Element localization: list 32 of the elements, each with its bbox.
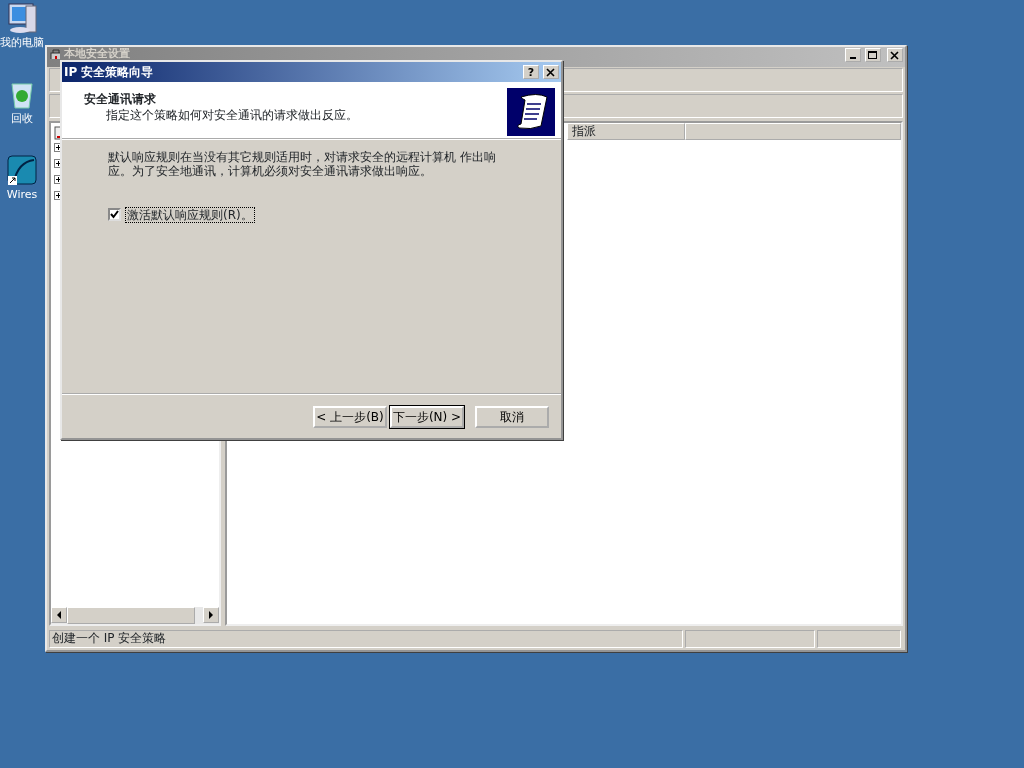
header-title: 安全通讯请求	[84, 92, 157, 107]
description-text: 默认响应规则在当没有其它规则适用时，对请求安全的远程计算机 作出响 应。为了安全地通讯，计算机必须对安全通讯请求做出响应。	[108, 150, 497, 179]
icon-label[interactable]: 我的电脑	[0, 36, 44, 50]
icon-label[interactable]: 回收	[11, 112, 33, 126]
scrollbar[interactable]	[51, 607, 219, 624]
close-icon	[546, 67, 556, 77]
close-icon	[890, 50, 900, 60]
header-subtitle: 指定这个策略如何对安全通讯的请求做出反应。	[106, 108, 359, 123]
status-text: 创建一个 IP 安全策略	[49, 630, 683, 648]
maximize-button[interactable]	[865, 48, 881, 62]
wizard-button[interactable]: 取消	[475, 406, 549, 428]
minimize-icon	[850, 57, 856, 59]
help-button[interactable]: ?	[523, 65, 539, 79]
minimize-button[interactable]	[845, 48, 861, 62]
wizard-button[interactable]: < 上一步(B)	[313, 406, 387, 428]
wizard-button[interactable]: 下一步(N) >	[390, 406, 464, 428]
window-title: 本地安全设置	[64, 48, 130, 60]
checkbox-label[interactable]: 激活默认响应规则(R)。	[125, 206, 255, 224]
fin-icon	[6, 154, 38, 186]
column-header[interactable]: 指派	[567, 123, 685, 140]
checkbox[interactable]	[108, 208, 121, 222]
lock-icon	[49, 48, 60, 59]
close-button[interactable]	[543, 65, 559, 79]
scroll-icon	[507, 88, 555, 136]
maximize-icon	[868, 50, 878, 60]
icon-label[interactable]: Wires	[6, 188, 38, 202]
check-icon	[110, 210, 119, 220]
close-button[interactable]	[887, 48, 903, 62]
computer-icon	[6, 2, 38, 34]
right-arrow-icon	[208, 611, 214, 619]
dialog-title: IP 安全策略向导	[64, 64, 154, 80]
left-arrow-icon	[56, 611, 62, 619]
